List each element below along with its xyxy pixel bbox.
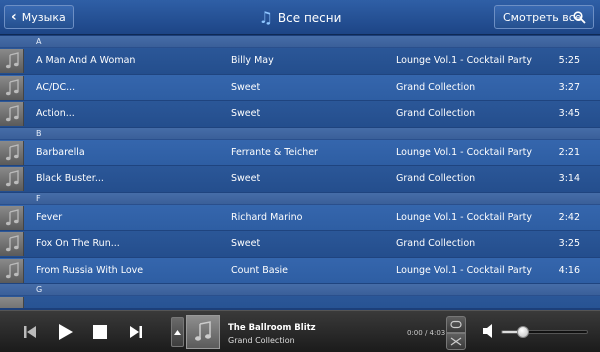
album-art-thumbnail [0,75,24,100]
song-row[interactable]: Fever Richard Marino Lounge Vol.1 - Cockta… [0,204,600,231]
album-art-thumbnail [0,297,24,308]
section-header-g: G [0,284,600,296]
song-row[interactable]: Black Buster... Sweet Grand Collection 3:14 [0,166,600,193]
now-playing-album: Grand Collection [228,336,295,345]
shuffle-button[interactable] [446,333,466,350]
song-title: A Man And A Woman [36,55,136,67]
song-title: Fox On The Run... [36,238,120,250]
song-artist: Ferrante & Teicher [231,146,318,158]
music-note-placeholder-icon [5,208,19,225]
song-title: From Russia With Love [36,264,144,276]
shuffle-icon [450,337,462,346]
top-bar: ‹ Музыка ♫ Все песни Смотреть все [0,0,600,35]
song-title: AC/DC... [36,81,76,93]
music-note-placeholder-icon [195,321,211,341]
song-row[interactable]: AC/DC... Sweet Grand Collection 3:27 [0,74,600,101]
view-all-button[interactable]: Смотреть все [494,5,594,29]
song-duration: 3:45 [558,108,580,120]
play-button[interactable] [53,320,77,344]
expand-player-button[interactable] [171,317,184,347]
song-duration: 5:25 [558,55,580,67]
album-art-thumbnail [0,49,24,73]
song-album: Lounge Vol.1 - Cocktail Party [396,211,533,223]
play-icon [59,324,73,340]
view-all-label: Смотреть все [503,10,582,24]
chevron-up-icon [174,329,181,335]
song-row[interactable]: From Russia With Love Count Basie Lounge V… [0,257,600,284]
repeat-button[interactable] [446,316,466,333]
song-album: Grand Collection [396,108,476,120]
song-title: Black Buster... [36,173,104,185]
stop-icon [93,325,107,339]
album-art-thumbnail [0,232,24,256]
song-album: Lounge Vol.1 - Cocktail Party [396,55,533,67]
song-list[interactable]: A A Man And A Woman Billy May Lounge Vol.1 … [0,36,600,308]
music-note-placeholder-icon [5,235,19,252]
song-duration: 2:21 [558,146,580,158]
back-button-label: Музыка [21,10,66,24]
next-icon [130,326,142,338]
song-row[interactable]: Fox On The Run... Sweet Grand Collection 3:… [0,231,600,258]
back-to-music-button[interactable]: ‹ Музыка [4,5,74,29]
music-note-placeholder-icon [5,78,19,95]
now-playing-title: The Ballroom Blitz [228,323,316,333]
album-cover[interactable] [186,315,220,349]
song-artist: Sweet [231,238,261,250]
song-album: Lounge Vol.1 - Cocktail Party [396,264,533,276]
stop-button[interactable] [88,320,112,344]
previous-track-button[interactable] [18,320,42,344]
song-album: Grand Collection [396,238,476,250]
song-title: Fever [36,211,63,223]
song-duration: 4:16 [558,264,580,276]
music-note-icon: ♫ [258,8,273,27]
song-duration: 3:14 [558,173,580,185]
song-album: Grand Collection [396,81,476,93]
next-track-button[interactable] [124,320,148,344]
player-bar: The Ballroom Blitz Grand Collection 0:00… [0,310,600,352]
song-row[interactable]: A Man And A Woman Billy May Lounge Vol.1 -… [0,48,600,75]
song-artist: Count Basie [231,264,289,276]
song-album: Grand Collection [396,173,476,185]
song-title: Barbarella [36,146,85,158]
album-art-thumbnail [0,140,24,165]
song-artist: Sweet [231,81,261,93]
song-artist: Sweet [231,108,261,120]
section-header-b: B [0,127,600,140]
volume-slider[interactable] [501,330,588,334]
music-note-placeholder-icon [5,52,19,69]
chevron-left-icon: ‹ [11,9,17,25]
section-header-a: A [0,36,600,48]
playback-time: 0:00 / 4:03 [407,329,446,337]
song-artist: Sweet [231,173,261,185]
song-title: Action... [36,108,75,120]
section-header-f: F [0,192,600,205]
music-note-placeholder-icon [5,170,19,187]
album-art-thumbnail [0,258,24,283]
search-icon [573,11,586,24]
song-duration: 3:25 [558,238,580,250]
music-note-placeholder-icon [5,261,19,278]
volume-icon[interactable] [482,323,496,339]
album-art-thumbnail [0,167,24,191]
song-artist: Richard Marino [231,211,303,223]
song-duration: 3:27 [558,81,580,93]
song-row[interactable]: Action... Sweet Grand Collection 3:45 [0,101,600,128]
music-note-placeholder-icon [5,143,19,160]
song-duration: 2:42 [558,211,580,223]
volume-slider-handle[interactable] [516,326,529,338]
song-row[interactable] [0,296,600,308]
repeat-icon [450,320,462,329]
music-note-placeholder-icon [5,105,19,122]
song-row[interactable]: Barbarella Ferrante & Teicher Lounge Vol.1… [0,139,600,166]
page-title-text: Все песни [277,10,342,25]
song-artist: Billy May [231,55,274,67]
previous-icon [24,326,36,338]
song-album: Lounge Vol.1 - Cocktail Party [396,146,533,158]
album-art-thumbnail [0,205,24,230]
album-art-thumbnail [0,102,24,126]
